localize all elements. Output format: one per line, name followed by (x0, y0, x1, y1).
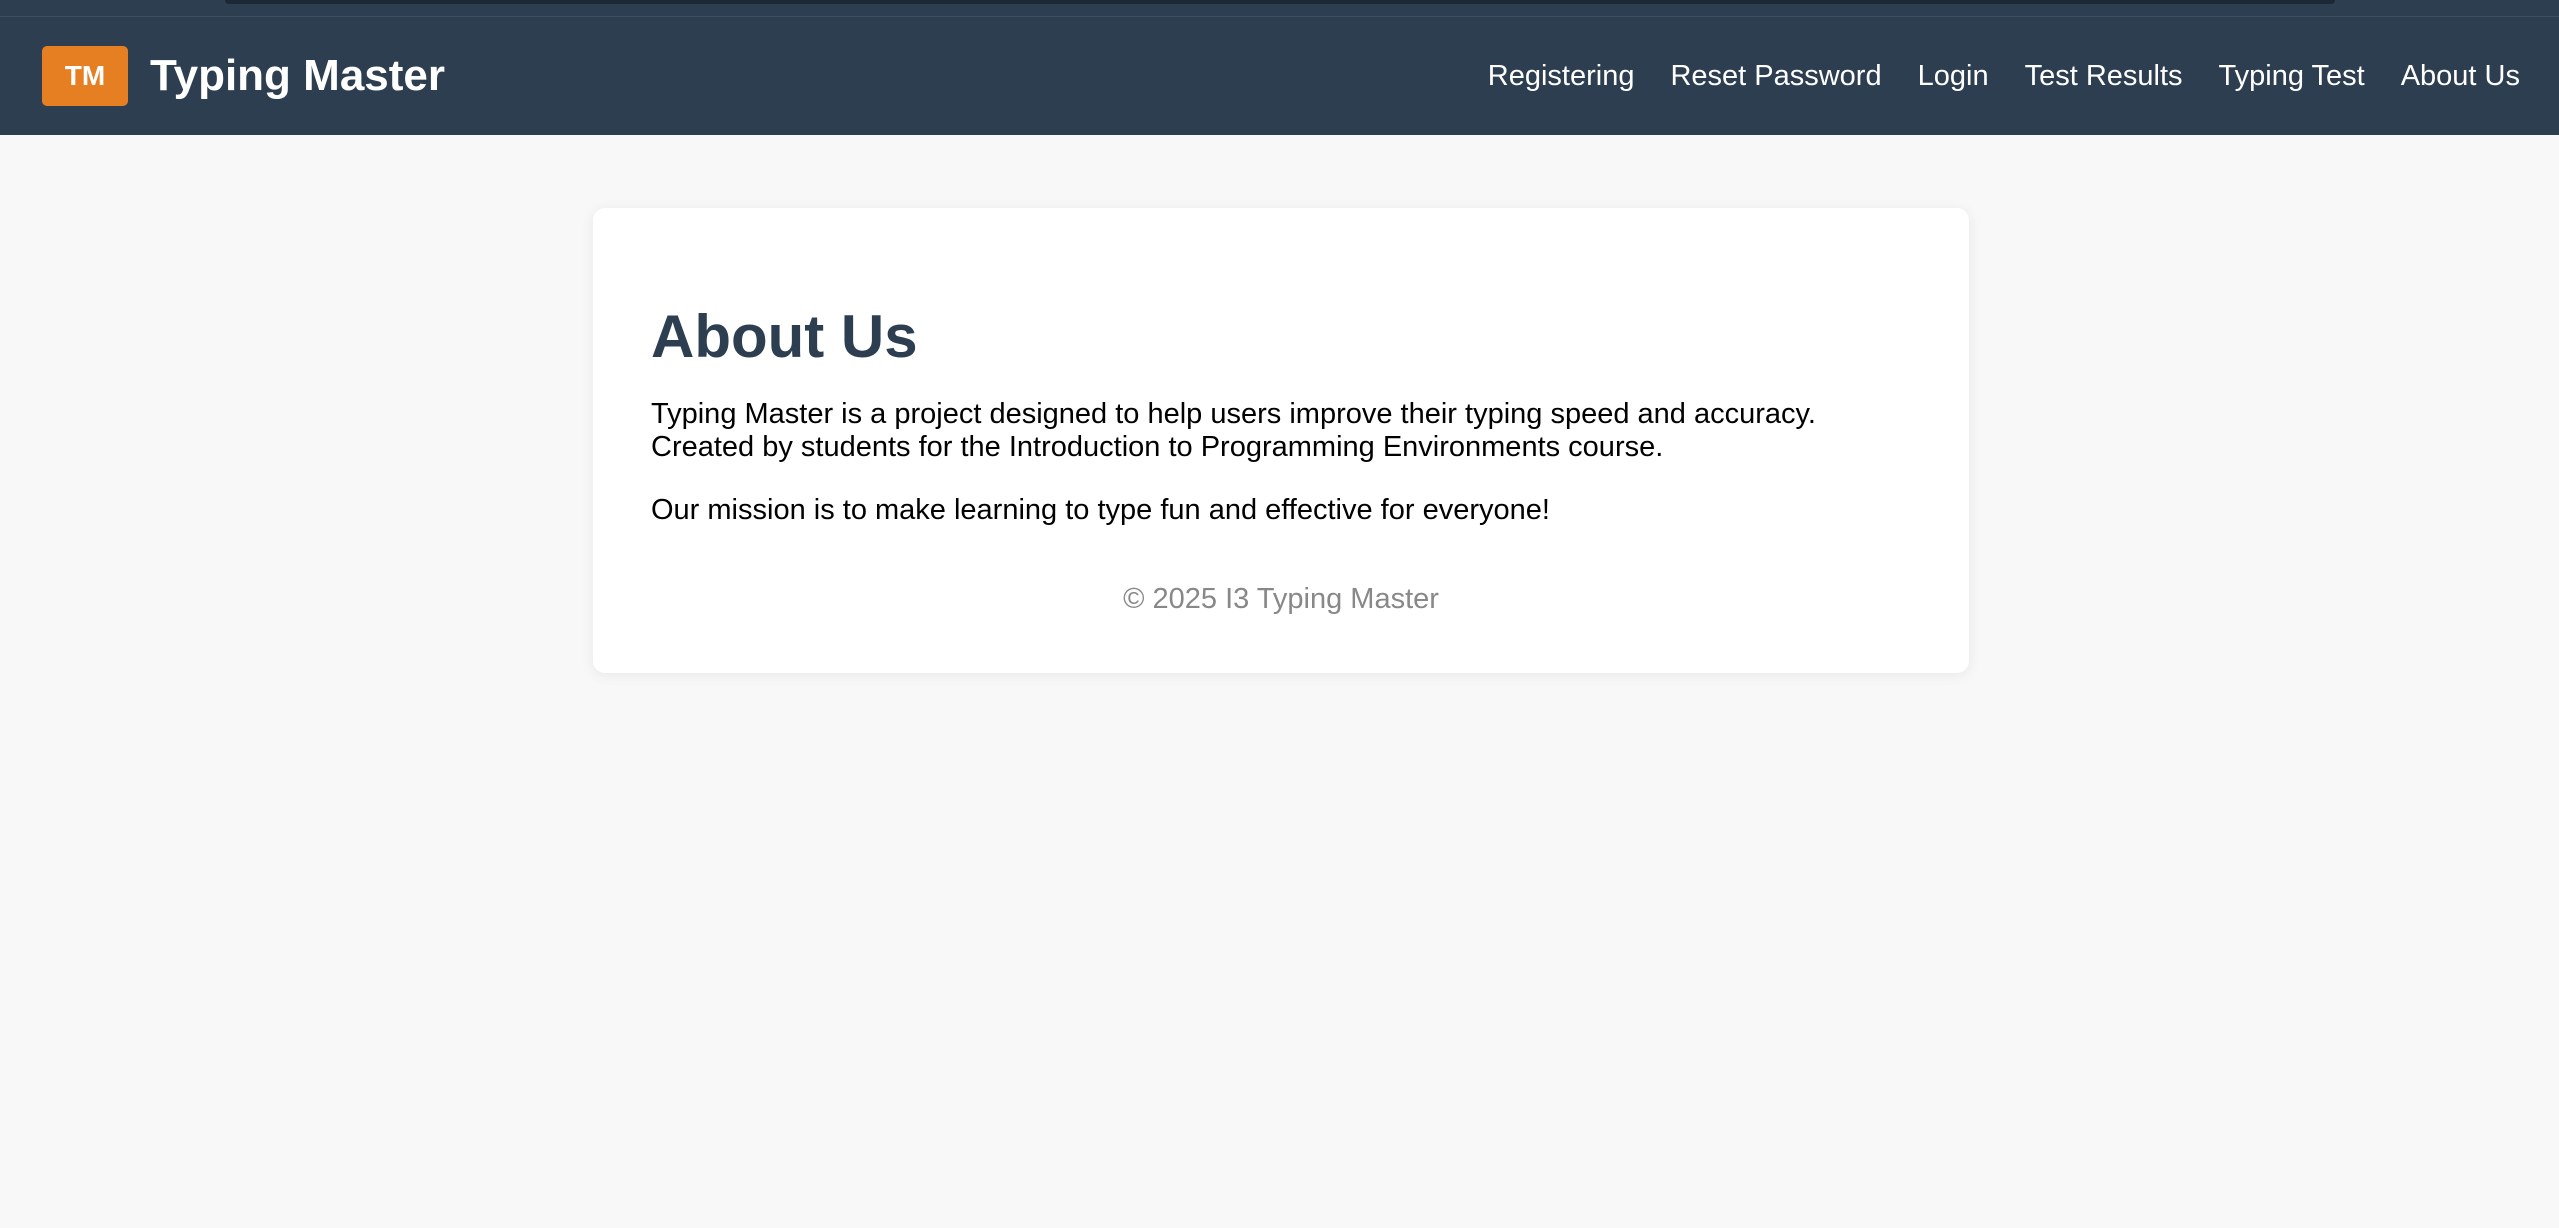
logo-badge[interactable]: TM (42, 46, 128, 106)
browser-top-strip (0, 0, 2559, 17)
about-description: Typing Master is a project designed to h… (651, 398, 1816, 464)
about-description-line-2: Created by students for the Introduction… (651, 431, 1664, 463)
nav-link-test-results[interactable]: Test Results (2025, 60, 2183, 93)
mission-statement: Our mission is to make learning to type … (651, 494, 1550, 526)
nav-link-registering[interactable]: Registering (1488, 60, 1635, 93)
copyright-footer: © 2025 I3 Typing Master (1123, 583, 1439, 615)
page-title: About Us (651, 303, 918, 370)
navbar: TM Typing Master Registering Reset Passw… (0, 17, 2559, 135)
nav-link-typing-test[interactable]: Typing Test (2219, 60, 2365, 93)
nav-links: Registering Reset Password Login Test Re… (1452, 47, 2520, 105)
browser-tab-bar (225, 0, 2335, 4)
nav-link-about-us[interactable]: About Us (2401, 60, 2520, 93)
brand-title[interactable]: Typing Master (150, 47, 445, 105)
nav-link-reset-password[interactable]: Reset Password (1670, 60, 1881, 93)
about-description-line-1: Typing Master is a project designed to h… (651, 398, 1816, 430)
nav-link-login[interactable]: Login (1918, 60, 1989, 93)
about-card: About Us Typing Master is a project desi… (593, 208, 1969, 673)
